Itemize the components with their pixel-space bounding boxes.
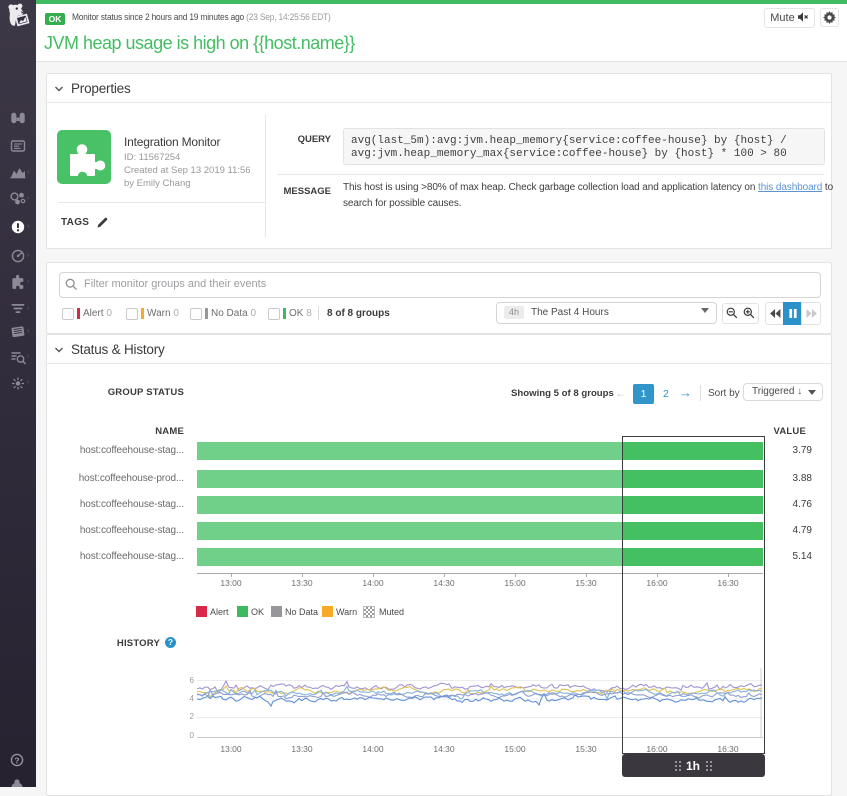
svg-text:?: ? (14, 755, 19, 765)
svg-text:1h: 1h (686, 759, 700, 773)
